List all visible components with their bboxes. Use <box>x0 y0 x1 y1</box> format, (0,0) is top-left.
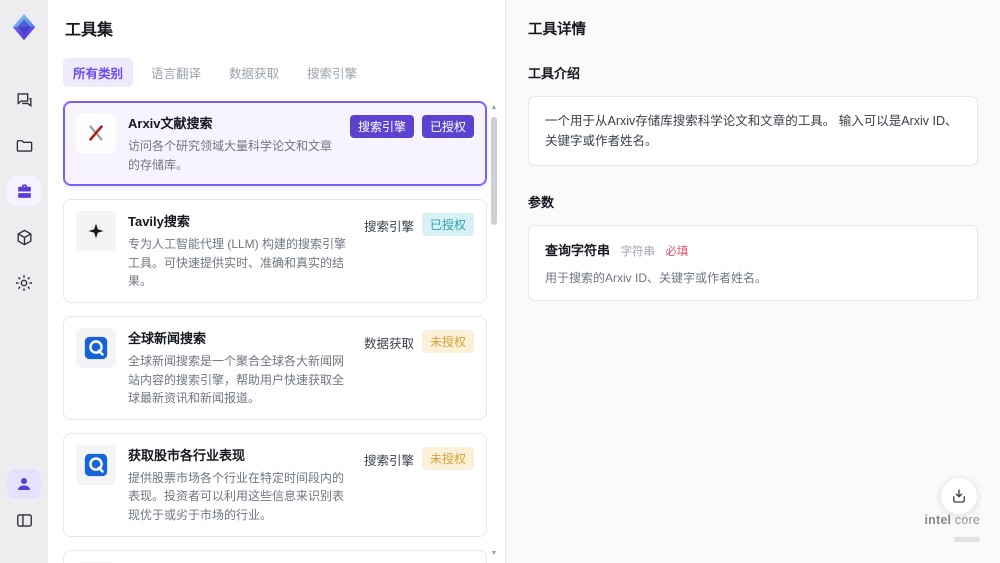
brand-sub-mark <box>954 537 980 542</box>
collapse-panel-icon[interactable] <box>7 505 41 535</box>
tab-data-fetch[interactable]: 数据获取 <box>219 58 289 87</box>
intro-text: 一个用于从Arxiv存储库搜索科学论文和文章的工具。 输入可以是Arxiv ID… <box>545 114 958 148</box>
stock-search-icon <box>76 444 116 485</box>
arxiv-logo-icon <box>76 113 116 153</box>
settings-gear-icon[interactable] <box>7 268 41 298</box>
chat-icon[interactable] <box>7 84 41 114</box>
folder-icon[interactable] <box>7 130 41 160</box>
tool-card-sector-performance[interactable]: 获取股市各行业表现 提供股票市场各个行业在特定时间段内的表现。投资者可以利用这些… <box>63 432 487 537</box>
tool-title: Arxiv文献搜索 <box>128 116 213 131</box>
params-heading: 参数 <box>528 195 555 210</box>
user-profile-icon[interactable] <box>7 469 41 499</box>
intro-heading: 工具介绍 <box>528 66 581 81</box>
download-button[interactable] <box>940 477 978 515</box>
tool-list: Arxiv文献搜索 访问各个研究领域大量科学论文和文章的存储库。 搜索引擎 已授… <box>63 101 499 563</box>
scroll-up-arrow[interactable]: ▲ <box>489 103 499 113</box>
brand-intel: intel <box>924 513 952 527</box>
sidebar-rail <box>0 0 48 563</box>
category-label: 搜索引擎 <box>363 220 414 235</box>
intel-core-logo: intel core <box>924 511 980 547</box>
scroll-down-arrow[interactable]: ▼ <box>489 549 499 559</box>
tool-description: 全球新闻搜索是一个聚合全球各大新闻网站内容的搜索引擎，帮助用户快速获取全球最新资… <box>128 353 345 406</box>
tool-card-global-news[interactable]: 全球新闻搜索 全球新闻搜索是一个聚合全球各大新闻网站内容的搜索引擎，帮助用户快速… <box>63 315 487 420</box>
category-badge: 搜索引擎 <box>349 115 414 138</box>
app-logo-icon <box>7 10 41 44</box>
tab-language-translation[interactable]: 语言翻译 <box>141 58 211 87</box>
tool-title: 全球新闻搜索 <box>128 330 207 346</box>
param-description: 用于搜索的Arxiv ID、关键字或作者姓名。 <box>545 271 768 285</box>
brand-core: core <box>951 513 980 527</box>
tool-list-panel: 工具集 所有类别 语言翻译 数据获取 搜索引擎 Arxiv文献搜索 访问各个研究… <box>48 0 505 563</box>
toolbox-icon[interactable] <box>7 176 41 206</box>
tool-card-arxiv[interactable]: Arxiv文献搜索 访问各个研究领域大量科学论文和文章的存储库。 搜索引擎 已授… <box>63 101 487 187</box>
tab-search-engine[interactable]: 搜索引擎 <box>297 58 367 87</box>
param-name: 查询字符串 <box>545 243 611 258</box>
param-required-label: 必填 <box>665 246 689 258</box>
category-tabs: 所有类别 语言翻译 数据获取 搜索引擎 <box>63 58 499 87</box>
status-badge: 未授权 <box>421 329 474 353</box>
scrollbar[interactable]: ▲ ▼ <box>489 101 499 563</box>
page-title: 工具集 <box>65 22 114 39</box>
tool-card-active-stocks[interactable]: 获取市场最活跃股票信息 提供当天交易量最高的股票列表，投资者可以利用这些信息来识… <box>63 549 487 563</box>
status-badge: 已授权 <box>421 213 474 237</box>
tavily-star-icon <box>76 211 116 252</box>
tool-title: Tavily搜索 <box>128 214 190 230</box>
param-box: 查询字符串 字符串 必填 用于搜索的Arxiv ID、关键字或作者姓名。 <box>528 225 978 301</box>
tab-all-categories[interactable]: 所有类别 <box>63 58 134 87</box>
scrollbar-thumb[interactable] <box>491 117 497 225</box>
param-type: 字符串 <box>620 246 655 258</box>
tool-description: 访问各个研究领域大量科学论文和文章的存储库。 <box>128 139 333 172</box>
detail-title: 工具详情 <box>528 22 586 38</box>
tool-detail-panel: 工具详情 工具介绍 一个用于从Arxiv存储库搜索科学论文和文章的工具。 输入可… <box>505 0 1000 563</box>
news-search-icon <box>76 327 116 368</box>
tool-description: 专为人工智能代理 (LLM) 构建的搜索引擎工具。可快速提供实时、准确和真实的结… <box>128 237 347 289</box>
category-label: 搜索引擎 <box>363 453 414 468</box>
status-badge: 未授权 <box>421 446 474 470</box>
tool-title: 获取股市各行业表现 <box>128 447 246 463</box>
cube-icon[interactable] <box>7 222 41 252</box>
tool-description: 提供股票市场各个行业在特定时间段内的表现。投资者可以利用这些信息来识别表现优于或… <box>128 470 345 522</box>
app-window: 工具集 所有类别 语言翻译 数据获取 搜索引擎 Arxiv文献搜索 访问各个研究… <box>0 0 1000 563</box>
intro-box: 一个用于从Arxiv存储库搜索科学论文和文章的工具。 输入可以是Arxiv ID… <box>528 96 978 166</box>
status-badge: 已授权 <box>421 115 474 138</box>
tool-card-tavily[interactable]: Tavily搜索 专为人工智能代理 (LLM) 构建的搜索引擎工具。可快速提供实… <box>63 199 487 303</box>
category-label: 数据获取 <box>363 336 414 351</box>
